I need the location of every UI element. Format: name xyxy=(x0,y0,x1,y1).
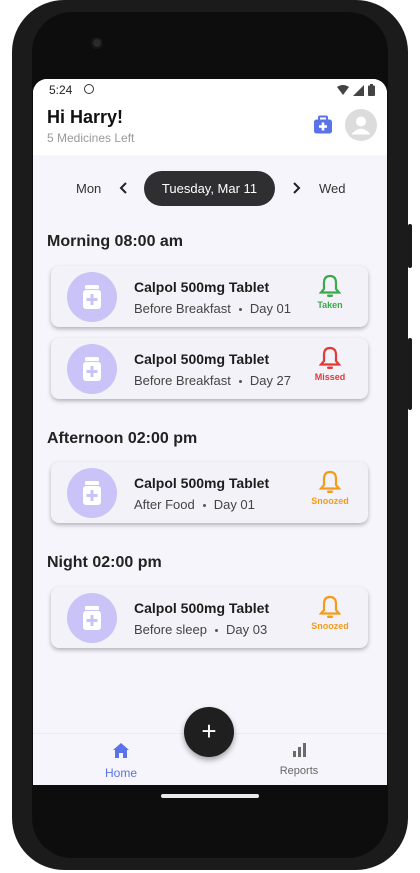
medicine-day: Day 01 xyxy=(213,497,255,512)
app-header: Hi Harry! 5 Medicines Left xyxy=(33,101,387,155)
medicine-name: Calpol 500mg Tablet xyxy=(134,279,270,295)
power-button xyxy=(408,224,412,268)
medicine-schedule: Before sleep Day 03 xyxy=(134,622,267,637)
medicine-card[interactable]: Calpol 500mg Tablet Before Breakfast Day … xyxy=(51,266,368,327)
status-time: 5:24 xyxy=(49,83,73,97)
user-icon xyxy=(352,116,370,135)
separator-dot xyxy=(202,504,206,508)
notification-icon xyxy=(84,84,94,94)
bell-icon xyxy=(319,470,341,493)
medicines-left-count: 5 Medicines Left xyxy=(47,131,135,145)
status-label: Taken xyxy=(317,300,343,310)
wifi-icon xyxy=(337,84,349,95)
user-avatar[interactable] xyxy=(345,109,377,141)
home-icon xyxy=(113,743,129,758)
greeting-title: Hi Harry! xyxy=(47,107,124,127)
section-title-afternoon: Afternoon 02:00 pm xyxy=(47,430,198,447)
status-label: Snoozed xyxy=(311,496,349,506)
gesture-bar xyxy=(161,794,259,798)
nav-label-reports: Reports xyxy=(279,765,319,777)
next-day[interactable]: Wed xyxy=(319,181,346,196)
chevron-right-icon[interactable] xyxy=(289,180,303,196)
medicine-day: Day 27 xyxy=(249,373,292,388)
medicine-card[interactable]: Calpol 500mg Tablet Before Breakfast Day … xyxy=(51,338,368,399)
status-label: Missed xyxy=(314,372,346,382)
medicine-card[interactable]: Calpol 500mg Tablet After Food Day 01 Sno… xyxy=(51,462,368,523)
medicine-bottle-icon xyxy=(67,272,117,322)
bell-icon xyxy=(319,595,341,618)
medicine-day: Day 01 xyxy=(249,301,292,316)
selected-date-pill[interactable]: Tuesday, Mar 11 xyxy=(144,171,275,206)
nav-item-reports[interactable]: Reports xyxy=(269,742,329,777)
signal-icon xyxy=(353,84,364,96)
medicine-timing: Before sleep xyxy=(134,622,207,637)
app-screen: 5:24 Hi Harry! 5 Medicines Left Mon Tues… xyxy=(33,79,387,785)
medicine-bottle-icon xyxy=(67,593,117,643)
nav-label-home: Home xyxy=(104,766,137,780)
medicine-schedule: Before Breakfast Day 01 xyxy=(134,301,291,316)
status-label: Snoozed xyxy=(311,621,349,631)
medicine-timing: Before Breakfast xyxy=(134,373,231,388)
medicine-schedule: After Food Day 01 xyxy=(134,497,255,512)
separator-dot xyxy=(238,308,242,312)
status-missed[interactable]: Missed xyxy=(307,346,353,382)
section-title-night: Night 02:00 pm xyxy=(47,554,162,571)
separator-dot xyxy=(238,380,242,384)
front-camera xyxy=(91,37,103,49)
bar-chart-icon xyxy=(293,743,306,757)
medicine-bottle-icon xyxy=(67,344,117,394)
medical-kit-icon[interactable] xyxy=(313,115,333,135)
separator-dot xyxy=(215,629,218,633)
status-snoozed[interactable]: Snoozed xyxy=(307,595,353,631)
battery-icon xyxy=(368,84,375,96)
status-bar: 5:24 xyxy=(33,79,387,101)
medicine-bottle-icon xyxy=(67,468,117,518)
medicine-card[interactable]: Calpol 500mg Tablet Before sleep Day 03 S… xyxy=(51,587,368,648)
add-medicine-button[interactable]: + xyxy=(184,707,234,757)
nav-item-home[interactable]: Home xyxy=(91,742,151,780)
medicine-timing: Before Breakfast xyxy=(134,301,231,316)
bell-icon xyxy=(319,274,341,297)
medicine-name: Calpol 500mg Tablet xyxy=(134,600,270,616)
status-taken[interactable]: Taken xyxy=(307,274,353,310)
medicine-schedule: Before Breakfast Day 27 xyxy=(134,373,291,388)
bell-icon xyxy=(319,346,341,369)
section-title-morning: Morning 08:00 am xyxy=(47,233,184,250)
medicine-timing: After Food xyxy=(134,497,195,512)
chevron-left-icon[interactable] xyxy=(117,180,131,196)
status-snoozed[interactable]: Snoozed xyxy=(307,470,353,506)
volume-button xyxy=(408,338,412,410)
previous-day[interactable]: Mon xyxy=(76,181,101,196)
medicine-name: Calpol 500mg Tablet xyxy=(134,475,270,491)
medicine-name: Calpol 500mg Tablet xyxy=(134,351,270,367)
medicine-day: Day 03 xyxy=(226,622,268,637)
